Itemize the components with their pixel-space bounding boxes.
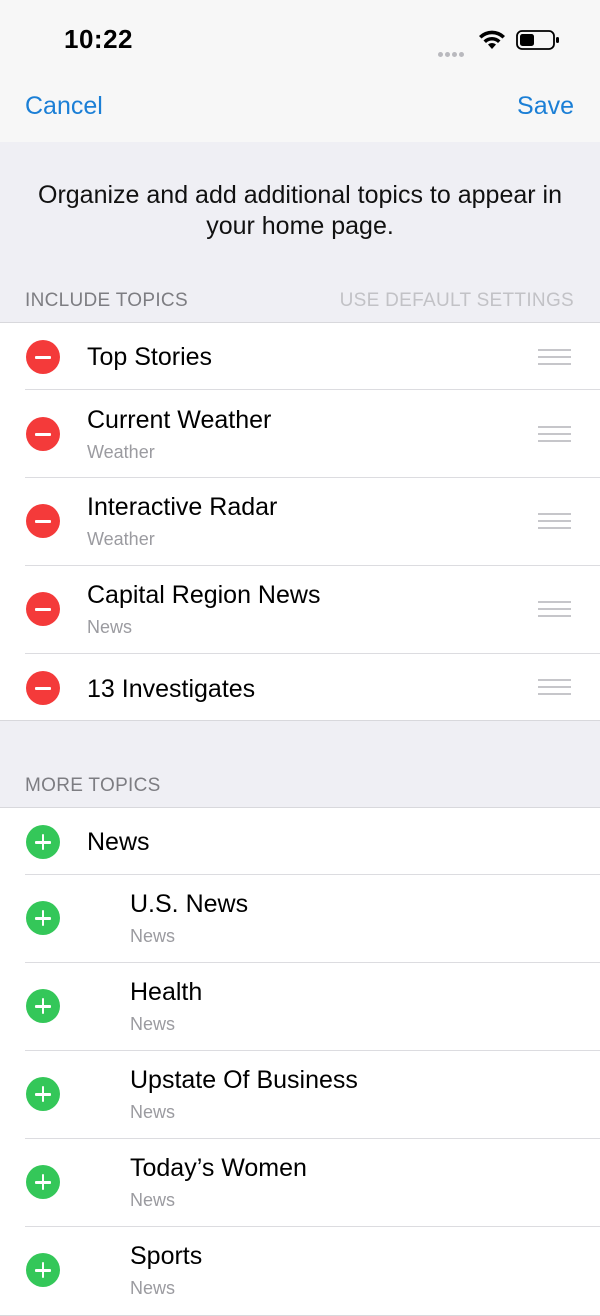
topic-category: News	[130, 1190, 176, 1210]
more-topics-list: News U.S. News News Health News Upstate …	[0, 807, 600, 1316]
topic-title: Sports	[130, 1242, 203, 1270]
remove-topic-button[interactable]	[26, 592, 60, 626]
use-default-settings-button[interactable]: USE DEFAULT SETTINGS	[340, 290, 574, 312]
minus-icon	[35, 356, 51, 359]
include-topics-header: INCLUDE TOPICS	[25, 290, 188, 311]
remove-topic-button[interactable]	[26, 417, 60, 451]
signal-icon	[438, 44, 468, 57]
topic-title: Current Weather	[87, 406, 272, 434]
plus-icon-stroke	[41, 1174, 45, 1190]
more-topic-row[interactable]: Health News	[0, 963, 600, 1051]
include-topic-row: 13 Investigates	[0, 654, 600, 720]
more-topic-row[interactable]: Today’s Women News	[0, 1139, 600, 1227]
status-bar: 10:22	[0, 0, 600, 80]
drag-handle-icon[interactable]	[538, 600, 571, 620]
topic-title: U.S. News	[130, 890, 249, 918]
topic-category: Weather	[87, 442, 155, 462]
topic-category: News	[130, 926, 176, 946]
drag-handle-icon[interactable]	[538, 678, 571, 698]
topic-title: Health	[130, 978, 203, 1006]
plus-icon-stroke	[41, 910, 45, 926]
nav-bar: Cancel Save	[0, 80, 600, 142]
more-topic-row[interactable]: Sports News	[0, 1227, 600, 1315]
plus-icon-stroke	[41, 1086, 45, 1102]
drag-handle-icon[interactable]	[538, 425, 571, 445]
add-topic-button[interactable]	[26, 1077, 60, 1111]
minus-icon	[35, 433, 51, 436]
add-topic-button[interactable]	[26, 989, 60, 1023]
more-topic-row[interactable]: News	[0, 808, 600, 875]
topic-category: News	[130, 1102, 176, 1122]
more-topic-row[interactable]: U.S. News News	[0, 875, 600, 963]
topic-title: Today’s Women	[130, 1154, 307, 1182]
plus-icon-stroke	[41, 834, 45, 850]
topic-title: News	[87, 828, 150, 856]
minus-icon	[35, 608, 51, 611]
plus-icon-stroke	[41, 998, 45, 1014]
include-topic-row: Interactive Radar Weather	[0, 478, 600, 566]
add-topic-button[interactable]	[26, 901, 60, 935]
add-topic-button[interactable]	[26, 1253, 60, 1287]
topic-title: Capital Region News	[87, 581, 321, 609]
wifi-icon	[479, 30, 505, 49]
remove-topic-button[interactable]	[26, 340, 60, 374]
topic-title: 13 Investigates	[87, 675, 256, 703]
save-button[interactable]: Save	[517, 92, 574, 121]
add-topic-button[interactable]	[26, 825, 60, 859]
remove-topic-button[interactable]	[26, 671, 60, 705]
battery-icon	[516, 30, 559, 50]
topic-title: Interactive Radar	[87, 493, 278, 521]
topic-category: News	[87, 617, 133, 637]
include-topic-row: Top Stories	[0, 323, 600, 390]
topic-category: News	[130, 1014, 176, 1034]
drag-handle-icon[interactable]	[538, 348, 571, 368]
more-topics-header: MORE TOPICS	[25, 775, 161, 796]
topic-category: News	[130, 1278, 176, 1298]
topic-title: Top Stories	[87, 343, 213, 371]
include-topic-row: Current Weather Weather	[0, 390, 600, 478]
status-time: 10:22	[64, 24, 133, 54]
plus-icon-stroke	[41, 1262, 45, 1278]
include-topics-list: Top Stories Current Weather Weather Inte…	[0, 322, 600, 721]
minus-icon	[35, 687, 51, 690]
topic-category: Weather	[87, 529, 155, 549]
minus-icon	[35, 520, 51, 523]
intro-text: Organize and add additional topics to ap…	[38, 181, 562, 240]
remove-topic-button[interactable]	[26, 504, 60, 538]
cancel-button[interactable]: Cancel	[25, 92, 103, 121]
include-topic-row: Capital Region News News	[0, 566, 600, 654]
drag-handle-icon[interactable]	[538, 512, 571, 532]
add-topic-button[interactable]	[26, 1165, 60, 1199]
topic-title: Upstate Of Business	[130, 1066, 358, 1094]
more-topic-row[interactable]: Upstate Of Business News	[0, 1051, 600, 1139]
